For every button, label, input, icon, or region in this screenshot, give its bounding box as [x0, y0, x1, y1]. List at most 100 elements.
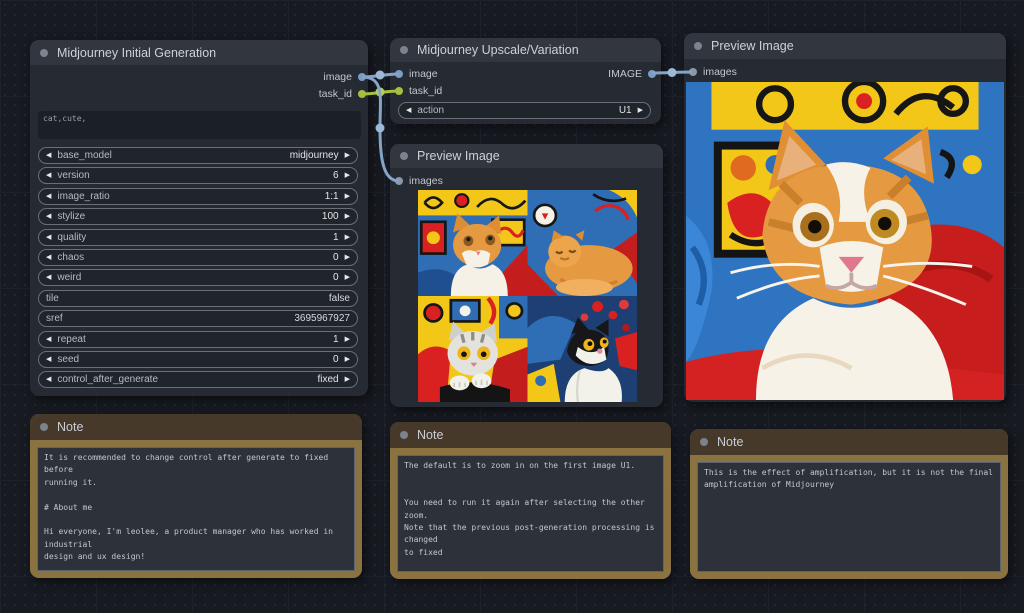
- node-status-dot-icon: [694, 42, 702, 50]
- io-row-image[interactable]: image IMAGE: [395, 66, 656, 82]
- widget-sref[interactable]: sref 3695967927: [38, 310, 358, 327]
- widget-label: sref: [46, 313, 63, 324]
- node-status-dot-icon: [40, 49, 48, 57]
- output-dot-image[interactable]: [358, 73, 366, 81]
- widget-label: repeat: [57, 334, 85, 345]
- input-slot-images[interactable]: images: [395, 173, 658, 189]
- widget-value: midjourney: [290, 150, 339, 161]
- decrement-arrow-icon[interactable]: ◀: [46, 336, 51, 343]
- input-label-task-id: task_id: [409, 85, 442, 97]
- widget-tile[interactable]: tile false: [38, 290, 358, 307]
- note-header[interactable]: Note: [390, 422, 671, 448]
- wire-dot-icon[interactable]: [376, 124, 385, 133]
- widget-label: stylize: [57, 211, 85, 222]
- widget-value: 1: [333, 334, 339, 345]
- prompt-text-input[interactable]: cat,cute,: [38, 111, 361, 139]
- widget-value: 6: [333, 170, 339, 181]
- widget-action[interactable]: ◀ action U1 ▶: [398, 102, 651, 119]
- widget-value: 0: [333, 272, 339, 283]
- output-slot-image[interactable]: image: [30, 69, 366, 85]
- widget-value: 1: [333, 232, 339, 243]
- node-header[interactable]: Preview Image: [390, 144, 663, 168]
- input-dot-images[interactable]: [689, 68, 697, 76]
- note-header[interactable]: Note: [690, 429, 1008, 455]
- widget-seed[interactable]: ◀ seed 0 ▶: [38, 351, 358, 368]
- node-editor-canvas[interactable]: Midjourney Initial Generation image task…: [0, 0, 1024, 613]
- input-label-image: image: [409, 68, 438, 80]
- input-slot-images[interactable]: images: [689, 64, 1001, 80]
- note-text-area[interactable]: This is the effect of amplification, but…: [697, 462, 1001, 572]
- widget-base-model[interactable]: ◀ base_model midjourney ▶: [38, 147, 358, 164]
- node-title: Preview Image: [711, 39, 794, 53]
- decrement-arrow-icon[interactable]: ◀: [406, 107, 411, 114]
- decrement-arrow-icon[interactable]: ◀: [46, 254, 51, 261]
- node-midjourney-upscale-variation[interactable]: Midjourney Upscale/Variation image IMAGE…: [390, 38, 661, 124]
- decrement-arrow-icon[interactable]: ◀: [46, 376, 51, 383]
- decrement-arrow-icon[interactable]: ◀: [46, 172, 51, 179]
- widget-image-ratio[interactable]: ◀ image_ratio 1:1 ▶: [38, 188, 358, 205]
- node-header[interactable]: Midjourney Upscale/Variation: [390, 38, 661, 62]
- widget-weird[interactable]: ◀ weird 0 ▶: [38, 269, 358, 286]
- wire-dot-icon[interactable]: [376, 88, 385, 97]
- node-preview-image-grid[interactable]: Preview Image images: [390, 144, 663, 407]
- node-status-dot-icon: [400, 431, 408, 439]
- preview-image-single[interactable]: [686, 82, 1004, 400]
- wire-dot-icon[interactable]: [668, 68, 677, 77]
- input-label-images: images: [409, 175, 443, 187]
- widget-value: 0: [333, 354, 339, 365]
- increment-arrow-icon[interactable]: ▶: [345, 336, 350, 343]
- node-midjourney-initial-generation[interactable]: Midjourney Initial Generation image task…: [30, 40, 368, 396]
- increment-arrow-icon[interactable]: ▶: [345, 152, 350, 159]
- increment-arrow-icon[interactable]: ▶: [638, 107, 643, 114]
- node-title: Midjourney Upscale/Variation: [417, 43, 579, 57]
- node-header[interactable]: Preview Image: [684, 33, 1006, 59]
- note-header[interactable]: Note: [30, 414, 362, 440]
- note-text-area[interactable]: The default is to zoom in on the first i…: [397, 455, 664, 572]
- output-label-image-upper: IMAGE: [608, 68, 642, 80]
- preview-image-grid[interactable]: [418, 190, 637, 402]
- widget-label: tile: [46, 293, 59, 304]
- note-node-2[interactable]: Note The default is to zoom in on the fi…: [390, 422, 671, 579]
- note-node-3[interactable]: Note This is the effect of amplification…: [690, 429, 1008, 579]
- output-label-task-id: task_id: [319, 88, 352, 100]
- wire-dot-icon[interactable]: [376, 71, 385, 80]
- increment-arrow-icon[interactable]: ▶: [345, 254, 350, 261]
- increment-arrow-icon[interactable]: ▶: [345, 213, 350, 220]
- node-status-dot-icon: [700, 438, 708, 446]
- widget-version[interactable]: ◀ version 6 ▶: [38, 167, 358, 184]
- widget-label: base_model: [57, 150, 111, 161]
- output-slot-task-id[interactable]: task_id: [30, 86, 366, 102]
- node-header[interactable]: Midjourney Initial Generation: [30, 40, 368, 65]
- increment-arrow-icon[interactable]: ▶: [345, 172, 350, 179]
- increment-arrow-icon[interactable]: ▶: [345, 376, 350, 383]
- widget-control-after-generate[interactable]: ◀ control_after_generate fixed ▶: [38, 371, 358, 388]
- widget-quality[interactable]: ◀ quality 1 ▶: [38, 229, 358, 246]
- cat-closeup-image: [686, 82, 1004, 400]
- node-title: Midjourney Initial Generation: [57, 46, 216, 60]
- input-dot-images[interactable]: [395, 177, 403, 185]
- input-dot-task-id[interactable]: [395, 87, 403, 95]
- decrement-arrow-icon[interactable]: ◀: [46, 274, 51, 281]
- node-status-dot-icon: [400, 46, 408, 54]
- increment-arrow-icon[interactable]: ▶: [345, 356, 350, 363]
- input-slot-task-id[interactable]: task_id: [395, 83, 656, 99]
- note-text-area[interactable]: It is recommended to change control afte…: [37, 447, 355, 571]
- decrement-arrow-icon[interactable]: ◀: [46, 234, 51, 241]
- input-dot-image[interactable]: [395, 70, 403, 78]
- decrement-arrow-icon[interactable]: ◀: [46, 213, 51, 220]
- widget-label: control_after_generate: [57, 374, 158, 385]
- increment-arrow-icon[interactable]: ▶: [345, 193, 350, 200]
- widget-chaos[interactable]: ◀ chaos 0 ▶: [38, 249, 358, 266]
- increment-arrow-icon[interactable]: ▶: [345, 234, 350, 241]
- decrement-arrow-icon[interactable]: ◀: [46, 356, 51, 363]
- node-preview-image-single[interactable]: Preview Image images: [684, 33, 1006, 402]
- output-dot-image-upper[interactable]: [648, 70, 656, 78]
- widget-stylize[interactable]: ◀ stylize 100 ▶: [38, 208, 358, 225]
- output-dot-task-id[interactable]: [358, 90, 366, 98]
- widget-repeat[interactable]: ◀ repeat 1 ▶: [38, 331, 358, 348]
- decrement-arrow-icon[interactable]: ◀: [46, 193, 51, 200]
- note-node-1[interactable]: Note It is recommended to change control…: [30, 414, 362, 578]
- decrement-arrow-icon[interactable]: ◀: [46, 152, 51, 159]
- increment-arrow-icon[interactable]: ▶: [345, 274, 350, 281]
- node-title: Preview Image: [417, 149, 500, 163]
